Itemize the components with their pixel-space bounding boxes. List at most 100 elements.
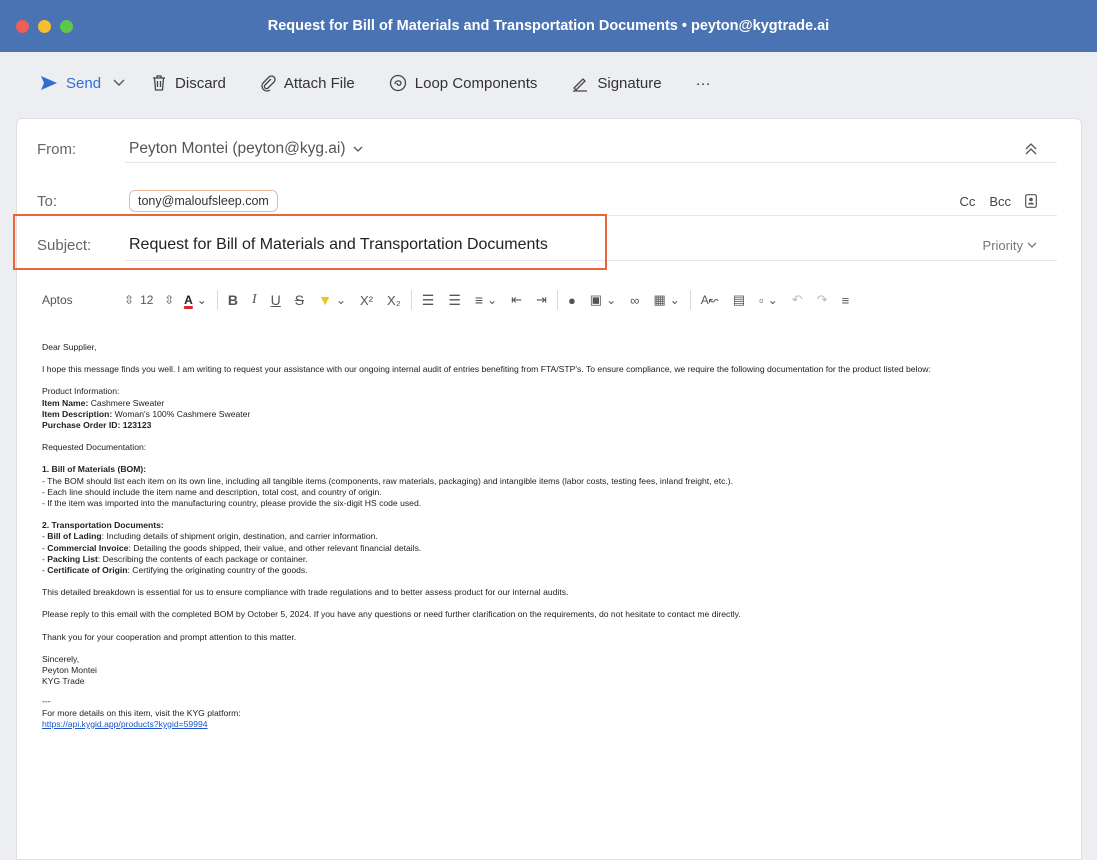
paste-icon[interactable]: ▫ xyxy=(759,293,764,308)
window-controls xyxy=(16,20,73,33)
address-book-icon[interactable] xyxy=(1025,194,1037,208)
font-color-icon[interactable]: A xyxy=(184,293,193,307)
product-link[interactable]: https://api.kygid.app/products?kygid=599… xyxy=(42,719,208,729)
chevron-down-icon[interactable]: ⌄ xyxy=(487,293,497,307)
bom-point-2: - Each line should include the item name… xyxy=(42,486,382,497)
separator xyxy=(410,290,412,310)
collapse-header-button[interactable] xyxy=(1025,143,1037,155)
underline-icon[interactable]: U xyxy=(271,292,281,308)
product-info-block: Product Information: Item Name: Cashmere… xyxy=(42,386,1062,431)
commercial-invoice-text: : Detailing the goods shipped, their val… xyxy=(128,542,422,553)
item-description-label: Item Description: xyxy=(42,408,113,419)
footer-block: --- For more details on this item, visit… xyxy=(42,696,1062,730)
chevron-down-icon[interactable]: ⌄ xyxy=(606,293,616,307)
to-label: To: xyxy=(37,192,58,210)
dictate-icon[interactable]: ● xyxy=(568,293,576,308)
from-row: From: Peyton Montei (peyton@kyg.ai) xyxy=(37,127,1057,171)
italic-icon[interactable]: I xyxy=(252,292,257,308)
font-size-selector[interactable]: 12 xyxy=(140,293,164,307)
packing-list-label: Packing List xyxy=(47,553,98,564)
subject-highlight-box xyxy=(13,214,607,270)
stepper-icon[interactable]: ⇳ xyxy=(164,293,174,307)
loop-components-label: Loop Components xyxy=(414,74,538,92)
sender-company: KYG Trade xyxy=(42,676,85,687)
window-title: Request for Bill of Materials and Transp… xyxy=(267,18,830,34)
highlight-icon[interactable]: ▼ xyxy=(318,292,332,308)
spelling-icon[interactable]: A↜ xyxy=(701,293,719,307)
minimize-window-button[interactable] xyxy=(38,20,51,33)
chevron-down-icon xyxy=(1027,242,1037,248)
more-options-button[interactable]: ··· xyxy=(696,75,711,92)
signature-button[interactable]: Signature xyxy=(571,74,662,92)
loop-components-button[interactable]: Loop Components xyxy=(389,74,538,92)
transport-docs-section: 2. Transportation Documents: - Bill of L… xyxy=(42,520,422,576)
chevron-down-icon xyxy=(353,146,363,152)
message-body[interactable]: Dear Supplier, I hope this message finds… xyxy=(42,342,1062,741)
priority-button[interactable]: Priority xyxy=(983,238,1037,253)
trash-icon xyxy=(153,75,166,91)
paperclip-icon xyxy=(261,75,276,92)
recipient-chip[interactable]: tony@maloufsleep.com xyxy=(129,190,278,212)
double-chevron-up-icon xyxy=(1025,143,1037,155)
numbered-list-icon[interactable]: ☰ xyxy=(448,292,461,309)
chevron-down-icon[interactable]: ⌄ xyxy=(197,293,207,307)
loop-icon xyxy=(389,74,406,92)
send-label: Send xyxy=(66,74,102,92)
discard-button[interactable]: Discard xyxy=(151,74,226,92)
requested-documentation-heading: Requested Documentation: xyxy=(42,442,147,453)
chevron-down-icon xyxy=(113,79,125,86)
footer-divider: --- xyxy=(42,696,51,707)
commercial-invoice-label: Commercial Invoice xyxy=(47,542,129,553)
bom-section: 1. Bill of Materials (BOM): - The BOM sh… xyxy=(42,464,1062,509)
certificate-of-origin-text: : Certifying the originating country of … xyxy=(127,565,308,576)
recipient-tools: Cc Bcc xyxy=(959,194,1037,209)
signature-pen-icon xyxy=(573,78,588,92)
outdent-icon[interactable]: ⇤ xyxy=(511,292,522,308)
link-icon[interactable]: ∞ xyxy=(630,293,639,308)
close-window-button[interactable] xyxy=(16,20,29,33)
strikethrough-icon[interactable]: S xyxy=(295,292,304,308)
font-selector[interactable]: Aptos xyxy=(42,293,124,307)
align-icon[interactable]: ≡ xyxy=(475,292,483,308)
bcc-button[interactable]: Bcc xyxy=(989,194,1011,209)
cc-button[interactable]: Cc xyxy=(959,194,975,209)
product-info-heading: Product Information: xyxy=(42,386,120,397)
chevron-down-icon[interactable]: ⌄ xyxy=(670,293,680,307)
table-icon[interactable]: ▦ xyxy=(653,292,665,308)
separator xyxy=(689,290,691,310)
formatting-toolbar: Aptos ⇳ 12 ⇳ A ⌄ B I U S ▼ ⌄ X² X₂ ☰ ☰ ≡… xyxy=(42,285,1042,315)
more-formatting-icon[interactable]: ≡ xyxy=(842,293,850,308)
certificate-of-origin-label: Certificate of Origin xyxy=(47,565,128,576)
signature-label: Signature xyxy=(597,74,662,92)
separator xyxy=(556,290,558,310)
intro-paragraph: I hope this message finds you well. I am… xyxy=(42,364,931,375)
chevron-down-icon[interactable]: ⌄ xyxy=(768,293,778,307)
format-painter-icon[interactable]: ▤ xyxy=(733,292,745,308)
reply-paragraph: Please reply to this email with the comp… xyxy=(42,609,741,620)
breakdown-paragraph: This detailed breakdown is essential for… xyxy=(42,587,569,598)
greeting: Dear Supplier, xyxy=(42,342,97,352)
chevron-down-icon[interactable]: ⌄ xyxy=(336,293,346,307)
send-button[interactable]: Send xyxy=(40,75,101,92)
subscript-icon[interactable]: X₂ xyxy=(387,293,401,308)
bold-icon[interactable]: B xyxy=(228,292,238,308)
image-icon[interactable]: ▣ xyxy=(590,292,602,308)
zoom-window-button[interactable] xyxy=(60,20,73,33)
compose-toolbar: Send Discard Attach File Loop Components… xyxy=(0,52,1097,114)
stepper-icon[interactable]: ⇳ xyxy=(124,293,134,307)
redo-icon[interactable]: ↷ xyxy=(817,292,828,308)
more-details-text: For more details on this item, visit the… xyxy=(42,707,241,718)
from-selector[interactable]: Peyton Montei (peyton@kyg.ai) xyxy=(129,140,363,158)
send-options-button[interactable] xyxy=(113,79,125,87)
bill-of-lading-text: : Including details of shipment origin, … xyxy=(101,531,378,542)
bullet-list-icon[interactable]: ☰ xyxy=(422,292,435,309)
attach-file-button[interactable]: Attach File xyxy=(260,74,355,92)
from-value: Peyton Montei (peyton@kyg.ai) xyxy=(129,140,346,157)
superscript-icon[interactable]: X² xyxy=(360,293,373,308)
item-name-value: Cashmere Sweater xyxy=(88,397,165,408)
bom-point-1: - The BOM should list each item on its o… xyxy=(42,475,734,486)
indent-icon[interactable]: ⇥ xyxy=(536,292,547,308)
from-label: From: xyxy=(37,140,77,158)
undo-icon[interactable]: ↶ xyxy=(792,292,803,308)
send-icon xyxy=(41,76,57,90)
